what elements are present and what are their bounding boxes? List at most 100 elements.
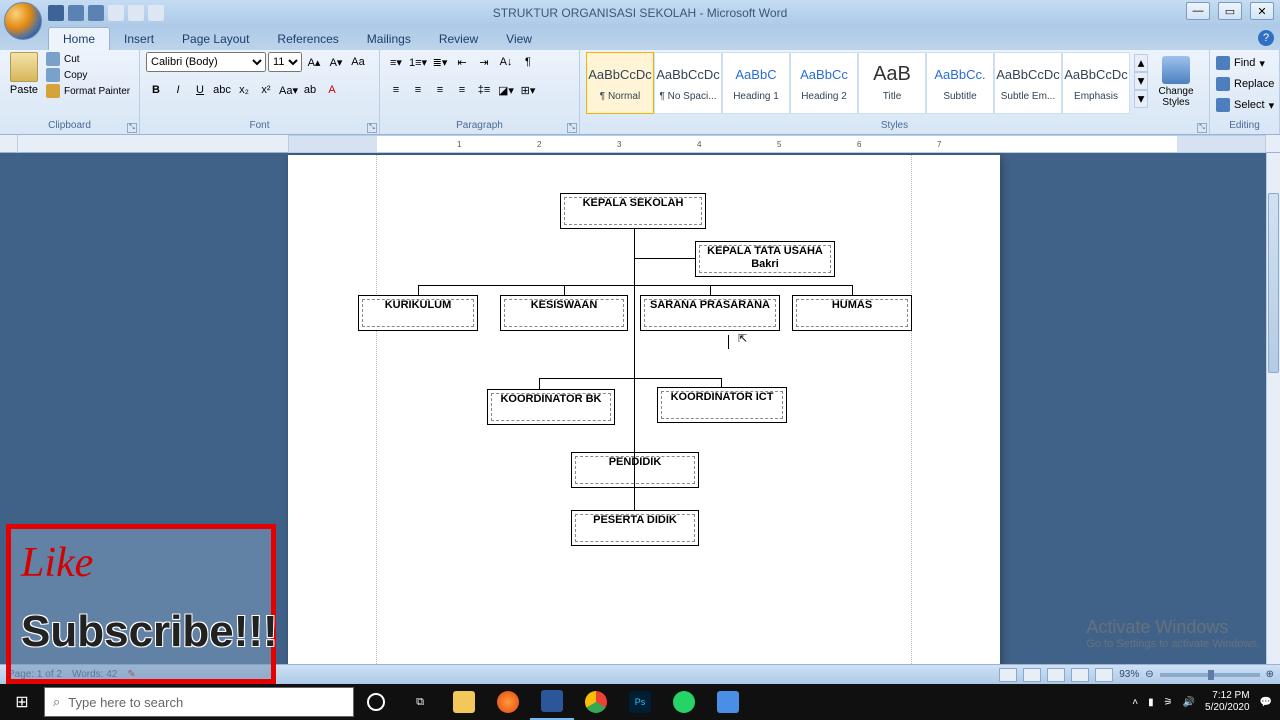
print-icon[interactable] [148, 5, 164, 21]
style-more[interactable]: ▾ [1134, 90, 1148, 108]
line-spacing-button[interactable]: ‡≡ [474, 80, 494, 100]
multilevel-button[interactable]: ≣▾ [430, 52, 450, 72]
shading-button[interactable]: ◪▾ [496, 80, 516, 100]
clipboard-dialog-launcher[interactable]: ⤡ [127, 123, 137, 133]
style-subtitle[interactable]: AaBbCc.Subtitle [926, 52, 994, 114]
change-case-button[interactable]: Aa▾ [278, 80, 298, 100]
align-left-button[interactable]: ≡ [386, 80, 406, 100]
taskbar-search[interactable]: ⌕ Type here to search [44, 687, 354, 717]
strikethrough-button[interactable]: abc [212, 80, 232, 100]
horizontal-ruler[interactable]: 1 2 3 4 5 6 7 [288, 135, 1266, 153]
find-button[interactable]: Find ▾ [1216, 56, 1265, 70]
office-button[interactable] [4, 2, 42, 40]
superscript-button[interactable]: x² [256, 80, 276, 100]
org-box-kesiswaan[interactable]: KESISWAAN [500, 295, 628, 331]
highlight-button[interactable]: ab [300, 80, 320, 100]
subscript-button[interactable]: x₂ [234, 80, 254, 100]
style-scroll-down[interactable]: ▾ [1134, 72, 1148, 90]
org-box-sarana[interactable]: SARANA PRASARANA [640, 295, 780, 331]
font-name-select[interactable]: Calibri (Body) [146, 52, 266, 72]
style-emphasis[interactable]: AaBbCcDcEmphasis [1062, 52, 1130, 114]
tab-review[interactable]: Review [425, 28, 492, 50]
paste-button[interactable]: Paste [6, 52, 42, 96]
zoom-out-button[interactable]: ⊖ [1145, 669, 1153, 680]
sort-button[interactable]: A↓ [496, 52, 516, 72]
org-box-kurikulum[interactable]: KURIKULUM [358, 295, 478, 331]
italic-button[interactable]: I [168, 80, 188, 100]
view-full-screen[interactable] [1023, 668, 1041, 682]
org-box-humas[interactable]: HUMAS [792, 295, 912, 331]
shrink-font-button[interactable]: A▾ [326, 52, 346, 72]
view-draft[interactable] [1095, 668, 1113, 682]
underline-button[interactable]: U [190, 80, 210, 100]
org-box-pendidik[interactable]: PENDIDIK [571, 452, 699, 488]
format-painter-button[interactable]: Format Painter [46, 84, 130, 98]
org-box-peserta[interactable]: PESERTA DIDIK [571, 510, 699, 546]
style-heading-1[interactable]: AaBbCHeading 1 [722, 52, 790, 114]
zoom-level[interactable]: 93% [1119, 669, 1139, 680]
photoshop-icon[interactable]: Ps [618, 684, 662, 720]
file-explorer-icon[interactable] [442, 684, 486, 720]
bullets-button[interactable]: ≡▾ [386, 52, 406, 72]
new-icon[interactable] [108, 5, 124, 21]
grow-font-button[interactable]: A▴ [304, 52, 324, 72]
word-icon[interactable] [530, 684, 574, 720]
battery-icon[interactable]: ▮ [1148, 697, 1154, 708]
zoom-in-button[interactable]: ⊕ [1266, 669, 1274, 680]
show-marks-button[interactable]: ¶ [518, 52, 538, 72]
font-size-select[interactable]: 11 [268, 52, 302, 72]
undo-icon[interactable] [68, 5, 84, 21]
justify-button[interactable]: ≡ [452, 80, 472, 100]
close-button[interactable]: ✕ [1250, 2, 1274, 20]
whatsapp-icon[interactable] [662, 684, 706, 720]
style-scroll-up[interactable]: ▴ [1134, 54, 1148, 72]
save-icon[interactable] [48, 5, 64, 21]
start-button[interactable]: ⊞ [0, 684, 44, 720]
tab-references[interactable]: References [263, 28, 352, 50]
help-icon[interactable]: ? [1258, 30, 1274, 46]
align-right-button[interactable]: ≡ [430, 80, 450, 100]
replace-button[interactable]: Replace [1216, 77, 1274, 91]
tab-mailings[interactable]: Mailings [353, 28, 425, 50]
style-title[interactable]: AaBTitle [858, 52, 926, 114]
ruler-toggle[interactable] [0, 135, 18, 153]
style-no-spacing[interactable]: AaBbCcDc¶ No Spaci... [654, 52, 722, 114]
style-normal[interactable]: AaBbCcDc¶ Normal [586, 52, 654, 114]
wifi-icon[interactable]: ⚞ [1164, 697, 1173, 708]
zoom-slider[interactable] [1160, 673, 1260, 677]
org-box-bk[interactable]: KOORDINATOR BK [487, 389, 615, 425]
tab-insert[interactable]: Insert [110, 28, 168, 50]
tab-view[interactable]: View [492, 28, 546, 50]
tray-expand-icon[interactable]: ˄ [1132, 697, 1138, 708]
clock[interactable]: 7:12 PM 5/20/2020 [1205, 690, 1250, 714]
tab-home[interactable]: Home [48, 27, 110, 50]
style-subtle-emphasis[interactable]: AaBbCcDcSubtle Em... [994, 52, 1062, 114]
redo-icon[interactable] [88, 5, 104, 21]
chrome-icon[interactable] [574, 684, 618, 720]
print-preview-icon[interactable] [128, 5, 144, 21]
org-box-tu[interactable]: KEPALA TATA USAHABakri [695, 241, 835, 277]
borders-button[interactable]: ⊞▾ [518, 80, 538, 100]
font-dialog-launcher[interactable]: ⤡ [367, 123, 377, 133]
task-view-icon[interactable]: ⧉ [398, 684, 442, 720]
volume-icon[interactable]: 🔊 [1183, 697, 1195, 708]
styles-dialog-launcher[interactable]: ⤡ [1197, 123, 1207, 133]
bold-button[interactable]: B [146, 80, 166, 100]
view-print-layout[interactable] [999, 668, 1017, 682]
minimize-button[interactable]: — [1186, 2, 1210, 20]
align-center-button[interactable]: ≡ [408, 80, 428, 100]
view-outline[interactable] [1071, 668, 1089, 682]
decrease-indent-button[interactable]: ⇤ [452, 52, 472, 72]
style-gallery[interactable]: AaBbCcDc¶ Normal AaBbCcDc¶ No Spaci... A… [586, 52, 1130, 114]
page[interactable]: KEPALA SEKOLAH KEPALA TATA USAHABakri KU… [288, 155, 1000, 684]
tab-page-layout[interactable]: Page Layout [168, 28, 263, 50]
firefox-icon[interactable] [486, 684, 530, 720]
font-color-button[interactable]: A [322, 80, 342, 100]
paragraph-dialog-launcher[interactable]: ⤡ [567, 123, 577, 133]
style-heading-2[interactable]: AaBbCcHeading 2 [790, 52, 858, 114]
change-styles-button[interactable]: Change Styles [1152, 52, 1200, 108]
cut-button[interactable]: Cut [46, 52, 130, 66]
scrollbar-thumb[interactable] [1268, 193, 1279, 373]
view-web-layout[interactable] [1047, 668, 1065, 682]
cortana-icon[interactable] [354, 684, 398, 720]
